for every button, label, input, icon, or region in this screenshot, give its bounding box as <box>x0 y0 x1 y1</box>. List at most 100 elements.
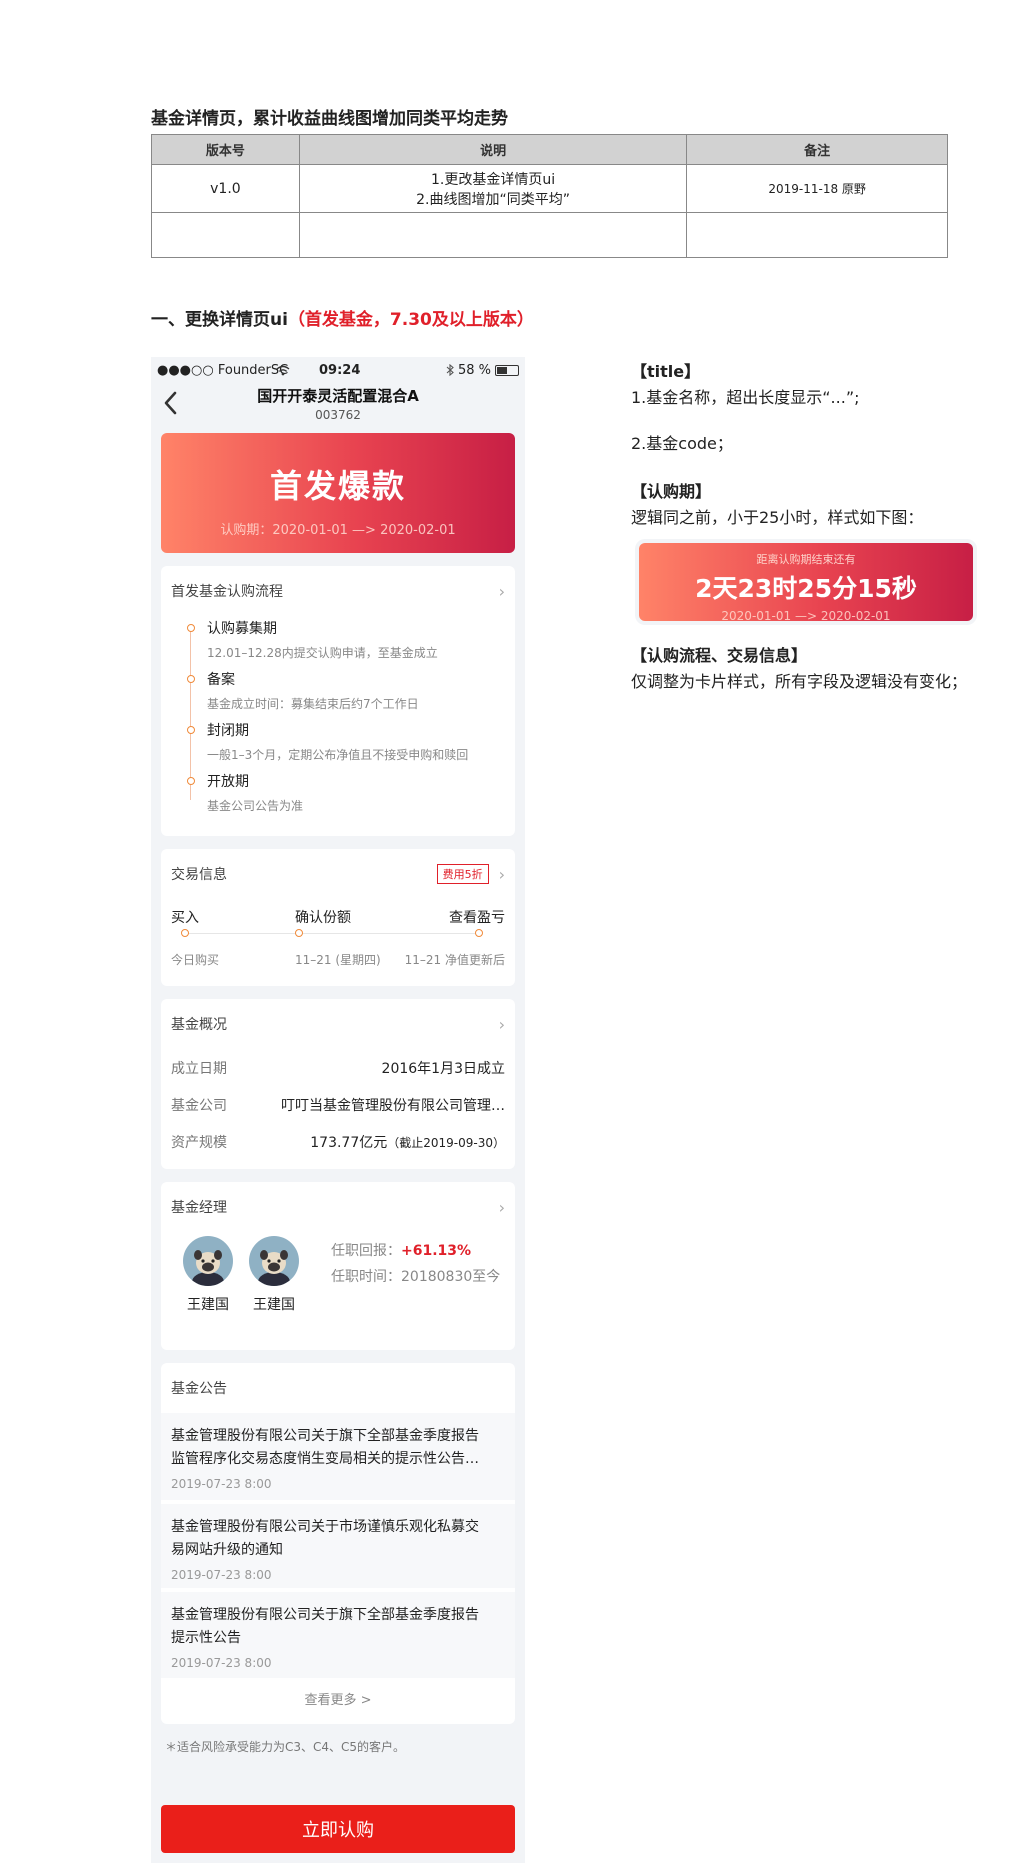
step-desc: 12.01–12.28内提交认购申请，至基金成立 <box>207 646 438 660</box>
empty-cell <box>298 212 688 258</box>
empty-cell <box>686 212 948 258</box>
timeline-dot-icon <box>181 929 189 937</box>
desc-line: 1.更改基金详情页ui <box>431 171 556 188</box>
table-header-note: 备注 <box>686 134 948 165</box>
battery-icon <box>495 364 519 376</box>
version-cell: v1.0 <box>151 164 300 213</box>
countdown-range: 2020-01-01 —> 2020-02-01 <box>721 609 891 623</box>
manager-return: 任职回报：+61.13% <box>331 1240 471 1260</box>
notices-card: 基金公告 基金管理股份有限公司关于旗下全部基金季度报告 监管程序化交易态度悄生变局… <box>161 1363 515 1724</box>
trade-step-sub: 11–21 净值更新后 <box>404 953 505 967</box>
trade-card[interactable]: 交易信息 费用5折 › 买入 确认份额 查看盈亏 今日购买 11–21 (星期四… <box>161 849 515 986</box>
trade-step-label: 买入 <box>171 910 199 926</box>
subscribe-button[interactable]: 立即认购 <box>161 1805 515 1853</box>
countdown-label: 距离认购期结束还有 <box>756 553 856 566</box>
manager-tenure: 任职时间：20180830至今 <box>331 1269 501 1285</box>
notice-item[interactable]: 基金管理股份有限公司关于旗下全部基金季度报告 提示性公告 2019-07-23 8… <box>161 1592 515 1678</box>
notice-item[interactable]: 基金管理股份有限公司关于旗下全部基金季度报告 监管程序化交易态度悄生变局相关的提示… <box>161 1413 515 1500</box>
timeline-line <box>185 933 479 934</box>
overview-key: 资产规模 <box>171 1134 227 1151</box>
asset-size-note: （截止2019-09-30） <box>387 1135 505 1150</box>
note-heading-period: 【认购期】 <box>631 482 712 501</box>
fee-badge: 费用5折 <box>436 864 489 884</box>
avatar[interactable] <box>183 1236 233 1286</box>
notice-date: 2019-07-23 8:00 <box>171 1477 272 1491</box>
step-dot-icon <box>187 624 195 632</box>
manager-name: 王建国 <box>253 1297 295 1313</box>
battery-indicator: 58 % <box>446 363 519 378</box>
section-title-text: 一、更换详情页ui <box>151 310 288 330</box>
bluetooth-icon <box>446 364 454 376</box>
manager-card[interactable]: 基金经理 › 王建国 王建国 任职回报：+61.13% 任职时间：2018083… <box>161 1182 515 1350</box>
step-desc: 基金成立时间：募集结束后约7个工作日 <box>207 697 419 711</box>
overview-row: 资产规模 173.77亿元（截止2019-09-30） <box>171 1123 505 1160</box>
process-step: 认购募集期 12.01–12.28内提交认购申请，至基金成立 <box>185 618 505 669</box>
process-step: 备案 基金成立时间：募集结束后约7个工作日 <box>185 669 505 720</box>
return-label: 任职回报： <box>331 1243 401 1259</box>
trade-step-sub: 11–21 (星期四) <box>295 953 381 967</box>
process-card-header[interactable]: 首发基金认购流程 › <box>171 566 505 616</box>
step-dot-icon <box>187 675 195 683</box>
clock-text: 09:24 <box>319 362 361 378</box>
return-value: +61.13% <box>401 1243 472 1259</box>
overview-card[interactable]: 基金概况 › 成立日期 2016年1月3日成立 基金公司 叮叮当基金管理股份有限… <box>161 999 515 1169</box>
card-title: 基金经理 <box>171 1200 227 1216</box>
fund-name: 国开开泰灵活配置混合A <box>257 387 419 405</box>
overview-value: 173.77亿元（截止2019-09-30） <box>310 1132 505 1152</box>
overview-row: 基金公司 叮叮当基金管理股份有限公司管理… <box>171 1086 505 1123</box>
notices-card-header: 基金公告 <box>171 1363 505 1413</box>
subscription-period: 认购期：2020-01-01 —> 2020-02-01 <box>220 523 456 538</box>
trade-timeline: 买入 确认份额 查看盈亏 今日购买 11–21 (星期四) 11–21 净值更新… <box>171 899 505 997</box>
manager-card-header[interactable]: 基金经理 › <box>171 1182 505 1232</box>
chevron-right-icon: › <box>498 1014 505 1034</box>
notice-date: 2019-07-23 8:00 <box>171 1568 272 1582</box>
card-title: 首发基金认购流程 <box>171 584 283 600</box>
table-header-desc: 说明 <box>298 134 688 165</box>
trade-step-sub: 今日购买 <box>171 953 220 967</box>
chevron-right-icon: › <box>498 1197 505 1217</box>
empty-cell <box>151 212 300 258</box>
view-more-link[interactable]: 查看更多 > <box>171 1678 505 1724</box>
notice-title: 基金管理股份有限公司关于旗下全部基金季度报告 监管程序化交易态度悄生变局相关的提示… <box>171 1428 479 1467</box>
table-row <box>151 212 948 258</box>
notice-item[interactable]: 基金管理股份有限公司关于市场谨慎乐观化私募交 易网站升级的通知 2019-07-2… <box>161 1504 515 1588</box>
overview-row: 成立日期 2016年1月3日成立 <box>171 1049 505 1086</box>
overview-value: 叮叮当基金管理股份有限公司管理… <box>281 1097 505 1114</box>
process-step: 封闭期 一般1–3个月，定期公布净值且不接受申购和赎回 <box>185 720 505 771</box>
fund-code: 003762 <box>315 408 361 422</box>
overview-value: 2016年1月3日成立 <box>381 1060 505 1077</box>
overview-key: 基金公司 <box>171 1097 227 1114</box>
chevron-right-icon: › <box>498 864 505 884</box>
timeline-dot-icon <box>295 929 303 937</box>
notice-title: 基金管理股份有限公司关于旗下全部基金季度报告 提示性公告 <box>171 1607 479 1646</box>
section-title: 一、更换详情页ui（首发基金，7.30及以上版本） <box>151 305 534 330</box>
step-dot-icon <box>187 726 195 734</box>
trade-card-header[interactable]: 交易信息 费用5折 › <box>171 849 505 899</box>
wifi-icon <box>276 365 290 376</box>
note-text: 逻辑同之前，小于25小时，样式如下图： <box>631 508 924 527</box>
notice-title: 基金管理股份有限公司关于市场谨慎乐观化私募交 易网站升级的通知 <box>171 1519 479 1558</box>
step-dot-icon <box>187 777 195 785</box>
table-row: v1.0 1.更改基金详情页ui 2.曲线图增加“同类平均” 2019-11-1… <box>151 164 948 213</box>
back-arrow-icon[interactable] <box>161 389 181 417</box>
version-table: 版本号 说明 备注 v1.0 1.更改基金详情页ui 2.曲线图增加“同类平均”… <box>151 134 948 258</box>
chevron-right-icon: › <box>498 581 505 601</box>
notice-date: 2019-07-23 8:00 <box>171 1656 272 1670</box>
status-bar: ●●●○○ FounderSC 09:24 58 % <box>151 357 525 383</box>
process-card[interactable]: 首发基金认购流程 › 认购募集期 12.01–12.28内提交认购申请，至基金成… <box>161 566 515 836</box>
overview-card-header[interactable]: 基金概况 › <box>171 999 505 1049</box>
trade-step-label: 查看盈亏 <box>449 910 505 926</box>
manager-section: 王建国 王建国 任职回报：+61.13% 任职时间：20180830至今 <box>171 1232 505 1350</box>
process-step: 开放期 基金公司公告为准 <box>185 771 505 822</box>
avatar[interactable] <box>249 1236 299 1286</box>
note-text: 1.基金名称，超出长度显示“...”; <box>631 388 860 407</box>
countdown-time: 2天23时25分15秒 <box>695 574 917 603</box>
nav-bar: 国开开泰灵活配置混合A 003762 <box>151 383 525 423</box>
step-desc: 一般1–3个月，定期公布净值且不接受申购和赎回 <box>207 748 469 762</box>
desc-line: 2.曲线图增加“同类平均” <box>416 191 570 208</box>
manager-name: 王建国 <box>187 1297 229 1313</box>
phone-mockup: ●●●○○ FounderSC 09:24 58 % 国开开泰灵活配置混合A 0… <box>151 357 525 1863</box>
note-cell: 2019-11-18 原野 <box>686 164 948 213</box>
step-desc: 基金公司公告为准 <box>207 799 304 813</box>
step-title: 认购募集期 <box>207 621 277 637</box>
